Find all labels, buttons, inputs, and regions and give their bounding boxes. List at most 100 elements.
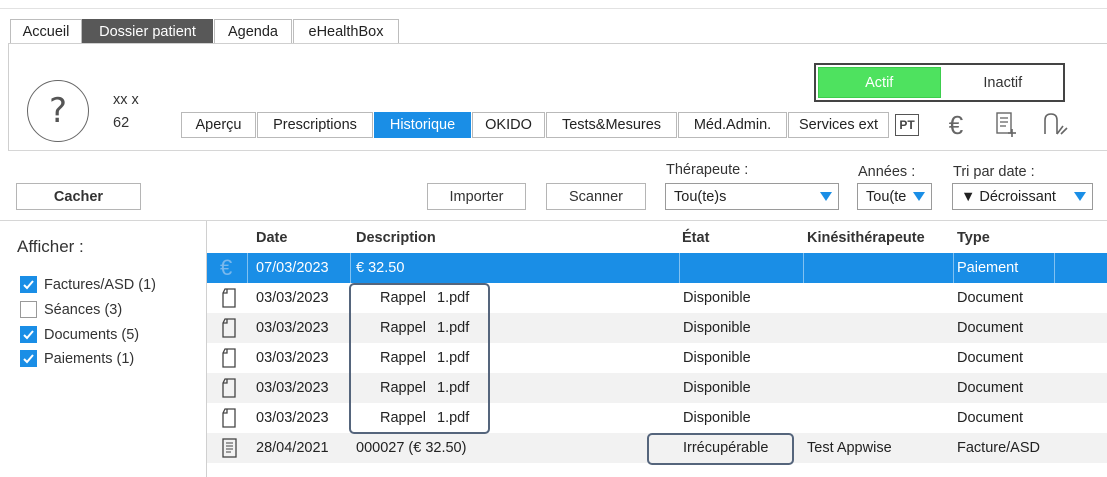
cell-divider (1054, 253, 1055, 283)
header-date[interactable]: Date (256, 230, 287, 246)
euro-icon: € (220, 255, 233, 280)
status-inactive-button[interactable]: Inactif (942, 65, 1063, 100)
row-type-icon (220, 318, 240, 338)
row-type: Document (957, 290, 1024, 306)
subtab-apercu[interactable]: Aperçu (181, 112, 256, 138)
filter-label: Documents (5) (44, 326, 140, 343)
top-divider (0, 8, 1107, 9)
row-type: Document (957, 380, 1024, 396)
add-invoice-icon-svg (996, 112, 1016, 137)
tab-ehealthbox[interactable]: eHealthBox (293, 19, 399, 44)
row-type-icon (220, 288, 240, 308)
subtab-historique[interactable]: Historique (374, 112, 471, 138)
row-state: Disponible (683, 350, 751, 366)
invoice-icon (222, 438, 237, 458)
check-icon (23, 280, 34, 290)
filter-seances[interactable]: Séances (3) (20, 301, 122, 318)
filter-documents[interactable]: Documents (5) (20, 326, 139, 343)
signature-icon[interactable] (1040, 110, 1070, 140)
tab-dossier-patient[interactable]: Dossier patient (82, 19, 213, 44)
years-select[interactable]: Tou(te (857, 183, 932, 210)
filter-factures-asd[interactable]: Factures/ASD (1) (20, 276, 156, 293)
row-date: 03/03/2023 (256, 290, 329, 306)
scan-button[interactable]: Scanner (546, 183, 646, 210)
import-button[interactable]: Importer (427, 183, 526, 210)
row-type-icon (220, 408, 240, 428)
subtab-med-admin[interactable]: Méd.Admin. (678, 112, 787, 138)
header-description[interactable]: Description (356, 230, 436, 246)
table-row[interactable]: €07/03/2023 € 32.50 Paiement (207, 253, 1107, 283)
chevron-down-icon (913, 192, 925, 201)
patient-name: xx x (113, 92, 139, 108)
document-icon (222, 408, 236, 428)
subtab-services-ext[interactable]: Services ext (788, 112, 889, 138)
row-state: Disponible (683, 410, 751, 426)
table-row[interactable]: 03/03/2023 Rappel 1.pdf Disponible Document (207, 373, 1107, 403)
row-type-icon (220, 378, 240, 398)
subtab-prescriptions[interactable]: Prescriptions (257, 112, 373, 138)
cell-divider (803, 253, 804, 283)
filter-divider (0, 220, 1107, 221)
pt-icon-label: PT (895, 114, 919, 136)
description-highlight-box (349, 283, 490, 434)
row-type: Paiement (957, 260, 1019, 276)
table-row[interactable]: 03/03/2023 Rappel 1.pdf Disponible Document (207, 283, 1107, 313)
filter-paiements[interactable]: Paiements (1) (20, 350, 134, 367)
row-type: Facture/ASD (957, 440, 1040, 456)
document-icon (222, 378, 236, 398)
show-filters-title: Afficher : (17, 237, 84, 256)
document-icon (222, 318, 236, 338)
sort-select[interactable]: ▼ Décroissant (952, 183, 1093, 210)
header-therapist[interactable]: Kinésithérapeute (807, 230, 925, 246)
pt-icon[interactable]: PT (892, 110, 922, 140)
header-state[interactable]: État (682, 230, 709, 246)
header-type[interactable]: Type (957, 230, 990, 246)
tab-accueil[interactable]: Accueil (10, 19, 82, 44)
euro-icon[interactable]: € (941, 110, 971, 140)
table-row[interactable]: 03/03/2023 Rappel 1.pdf Disponible Document (207, 313, 1107, 343)
document-icon (222, 348, 236, 368)
hide-button[interactable]: Cacher (16, 183, 141, 210)
table-row[interactable]: 03/03/2023 Rappel 1.pdf Disponible Document (207, 403, 1107, 433)
therapist-select[interactable]: Tou(te)s (665, 183, 839, 210)
subtab-tests-mesures[interactable]: Tests&Mesures (546, 112, 677, 138)
cell-divider (953, 253, 954, 283)
document-icon (222, 288, 236, 308)
status-toggle: Actif Inactif (814, 63, 1065, 102)
row-date: 03/03/2023 (256, 350, 329, 366)
checkbox[interactable] (20, 350, 37, 367)
tab-agenda[interactable]: Agenda (214, 19, 292, 44)
checkbox[interactable] (20, 301, 37, 318)
row-date: 03/03/2023 (256, 320, 329, 336)
sort-label: Tri par date : (953, 164, 1035, 180)
checkbox[interactable] (20, 276, 37, 293)
row-type-icon (220, 438, 240, 458)
subtab-okido[interactable]: OKIDO (472, 112, 545, 138)
row-type-icon: € (220, 255, 240, 280)
row-therapist: Test Appwise (807, 440, 892, 456)
row-type: Document (957, 350, 1024, 366)
patient-age: 62 (113, 115, 130, 131)
row-date: 28/04/2021 (256, 440, 329, 456)
chevron-down-icon (820, 192, 832, 201)
row-state: Disponible (683, 290, 751, 306)
checkbox[interactable] (20, 326, 37, 343)
filter-label: Séances (3) (44, 301, 123, 318)
avatar-placeholder-glyph: ? (48, 91, 68, 131)
table-row[interactable]: 03/03/2023 Rappel 1.pdf Disponible Document (207, 343, 1107, 373)
status-active-button[interactable]: Actif (818, 67, 941, 98)
row-type: Document (957, 320, 1024, 336)
add-invoice-icon[interactable] (991, 110, 1021, 140)
check-icon (23, 330, 34, 340)
therapist-label: Thérapeute : (666, 162, 749, 178)
row-state: Disponible (683, 380, 751, 396)
sort-select-value: ▼ Décroissant (961, 188, 1056, 205)
filter-label: Factures/ASD (1) (44, 276, 156, 293)
row-type: Document (957, 410, 1024, 426)
cell-divider (350, 253, 351, 283)
cell-divider (679, 253, 680, 283)
euro-icon-glyph: € (948, 109, 964, 140)
chevron-down-icon (1074, 192, 1086, 201)
row-state: Disponible (683, 320, 751, 336)
row-date: 07/03/2023 (256, 260, 329, 276)
